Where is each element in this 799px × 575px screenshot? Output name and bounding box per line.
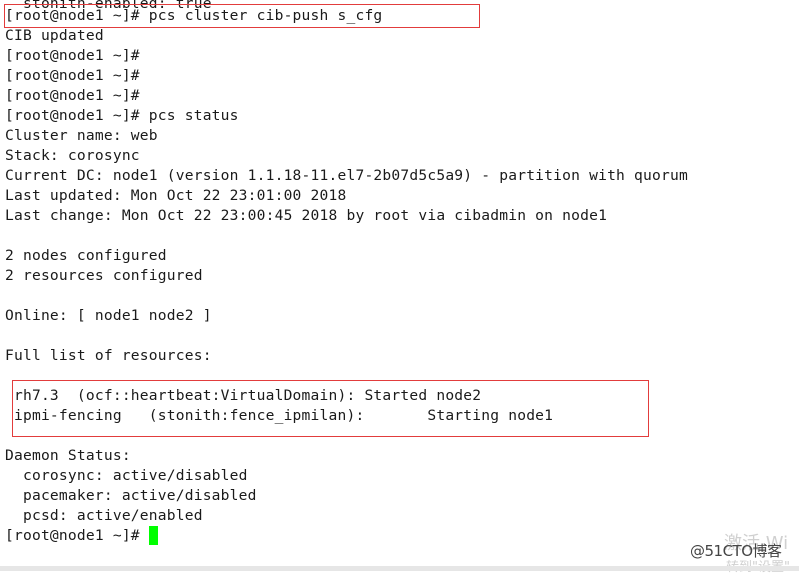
terminal-line-output: CIB updated	[5, 27, 104, 44]
terminal-line-daemon-pacemaker: pacemaker: active/disabled	[5, 487, 257, 504]
bottom-scrollbar-strip	[0, 566, 799, 571]
terminal-line-resources-configured: 2 resources configured	[5, 267, 203, 284]
terminal-line-prompt: [root@node1 ~]#	[5, 87, 140, 104]
terminal-line-nodes-configured: 2 nodes configured	[5, 247, 167, 264]
terminal-line-current-dc: Current DC: node1 (version 1.1.18-11.el7…	[5, 167, 688, 184]
terminal-cursor	[149, 526, 158, 545]
terminal-line-daemon-pcsd: pcsd: active/enabled	[5, 507, 203, 524]
terminal-line-online-nodes: Online: [ node1 node2 ]	[5, 307, 212, 324]
terminal-line-prompt: [root@node1 ~]#	[5, 47, 140, 64]
highlight-box-cib-push	[4, 4, 480, 28]
terminal-line-resources-header: Full list of resources:	[5, 347, 212, 364]
terminal-line-last-change: Last change: Mon Oct 22 23:00:45 2018 by…	[5, 207, 608, 224]
terminal-window[interactable]: stonith-enabled: true [root@node1 ~]# pc…	[0, 0, 799, 566]
terminal-line-cluster-name: Cluster name: web	[5, 127, 158, 144]
terminal-prompt-current[interactable]: [root@node1 ~]#	[5, 526, 149, 546]
terminal-line-stack: Stack: corosync	[5, 147, 140, 164]
highlight-box-resources	[12, 380, 649, 437]
terminal-line-last-updated: Last updated: Mon Oct 22 23:01:00 2018	[5, 187, 347, 204]
terminal-line-daemon-status: Daemon Status:	[5, 447, 131, 464]
terminal-line-prompt: [root@node1 ~]#	[5, 67, 140, 84]
terminal-line-daemon-corosync: corosync: active/disabled	[5, 467, 248, 484]
terminal-line-command-pcs-status: [root@node1 ~]# pcs status	[5, 107, 239, 124]
